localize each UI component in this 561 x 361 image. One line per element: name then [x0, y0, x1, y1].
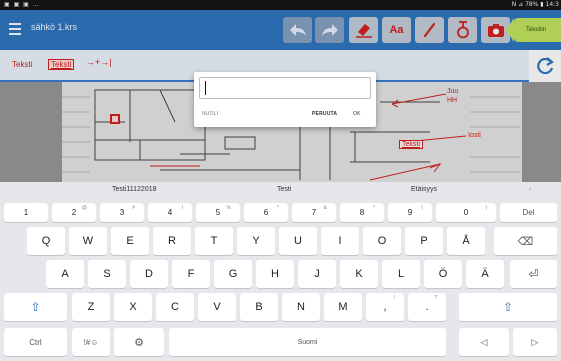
soft-keyboard: Testi11122018 Testi Etäisyys › 1 ` 2 @ 3 # … — [0, 182, 561, 361]
suggestion-item[interactable]: Testi — [277, 186, 291, 193]
text-cursor — [205, 81, 206, 95]
key-m[interactable]: M — [324, 293, 362, 321]
key-o[interactable]: O — [363, 227, 401, 255]
key-i[interactable]: I — [321, 227, 359, 255]
cancel-button[interactable]: PERUUTA — [312, 111, 337, 117]
key-comma[interactable]: ,! — [366, 293, 404, 321]
key-label: 2 — [71, 208, 77, 217]
key-w[interactable]: W — [69, 227, 107, 255]
key-a[interactable]: A — [46, 260, 84, 288]
key-u[interactable]: U — [279, 227, 317, 255]
annotation-text-input[interactable] — [199, 77, 371, 99]
key-h[interactable]: H — [256, 260, 294, 288]
key-label: . — [425, 301, 429, 313]
key-v[interactable]: V — [198, 293, 236, 321]
key-hint: # — [132, 205, 135, 211]
cursor-left-key[interactable]: ◁ — [459, 328, 509, 356]
key-p[interactable]: P — [405, 227, 443, 255]
settings-key[interactable]: ⚙ — [114, 328, 164, 356]
shift-key-left[interactable]: ⇧ — [4, 293, 67, 321]
ok-button[interactable]: OK — [353, 111, 361, 117]
key-4[interactable]: 4/ — [148, 203, 192, 222]
suggestion-strip: Testi11122018 Testi Etäisyys › — [0, 182, 561, 200]
key-label: 6 — [263, 208, 269, 217]
key-hint: ^ — [276, 205, 279, 211]
key-hint: ) — [485, 205, 487, 211]
key-label: 7 — [311, 208, 317, 217]
key-label: 8 — [359, 208, 365, 217]
screen: ▣ ▣ ▣ … N ⊿ 78% ▮ 14:3 sähkö 1.krs Aa Te… — [0, 0, 561, 361]
key-6[interactable]: 6 ^ — [244, 203, 288, 222]
key-c[interactable]: C — [156, 293, 194, 321]
status-bar: ▣ ▣ ▣ … N ⊿ 78% ▮ 14:3 — [0, 0, 561, 10]
arrow-button[interactable]: NUOLI — [202, 111, 218, 117]
key-period[interactable]: .? — [408, 293, 446, 321]
enter-key[interactable]: ⏎ — [510, 260, 557, 288]
key-hint: ` — [37, 205, 39, 211]
key-o-umlaut[interactable]: Ö — [424, 260, 462, 288]
key-a-umlaut[interactable]: Ä — [466, 260, 504, 288]
shift-key-right[interactable]: ⇧ — [459, 293, 557, 321]
key-t[interactable]: T — [195, 227, 233, 255]
status-icons-right: N ⊿ 78% ▮ 14:3 — [511, 1, 559, 8]
key-hint: @ — [81, 205, 87, 211]
key-label: 5 — [215, 208, 221, 217]
key-hint: ( — [421, 205, 423, 211]
backspace-key[interactable]: ⌫ — [494, 227, 557, 255]
key-s[interactable]: S — [88, 260, 126, 288]
key-8[interactable]: 8 * — [340, 203, 384, 222]
key-d[interactable]: D — [130, 260, 168, 288]
key-label: 3 — [119, 208, 125, 217]
text-input-dialog: NUOLI PERUUTA OK — [194, 72, 376, 127]
key-3[interactable]: 3 # — [100, 203, 144, 222]
key-y[interactable]: Y — [237, 227, 275, 255]
key-hint: & — [323, 205, 327, 211]
key-label: 0 — [463, 208, 469, 217]
key-0[interactable]: 0) — [436, 203, 496, 222]
key-a-ring[interactable]: Å — [447, 227, 485, 255]
key-label: , — [383, 301, 387, 313]
key-b[interactable]: B — [240, 293, 278, 321]
cursor-right-key[interactable]: ▷ — [513, 328, 557, 356]
key-label: 4 — [167, 208, 173, 217]
key-9[interactable]: 9( — [388, 203, 432, 222]
status-icons-left: ▣ ▣ ▣ … — [4, 1, 40, 8]
key-f[interactable]: F — [172, 260, 210, 288]
symbols-key[interactable]: !#☺ — [72, 328, 110, 356]
key-hint: ? — [434, 295, 437, 301]
key-g[interactable]: G — [214, 260, 252, 288]
key-label: 9 — [407, 208, 413, 217]
key-l[interactable]: L — [382, 260, 420, 288]
delete-key[interactable]: Del — [500, 203, 557, 222]
key-hint: / — [181, 205, 183, 211]
key-hint: ! — [393, 295, 395, 301]
key-1[interactable]: 1 ` — [4, 203, 48, 222]
key-q[interactable]: Q — [27, 227, 65, 255]
key-r[interactable]: R — [153, 227, 191, 255]
suggestion-expand-icon[interactable]: › — [529, 186, 531, 193]
key-x[interactable]: X — [114, 293, 152, 321]
ctrl-key[interactable]: Ctrl — [4, 328, 67, 356]
key-z[interactable]: Z — [72, 293, 110, 321]
key-hint: % — [226, 205, 231, 211]
key-n[interactable]: N — [282, 293, 320, 321]
key-e[interactable]: E — [111, 227, 149, 255]
key-7[interactable]: 7 & — [292, 203, 336, 222]
key-k[interactable]: K — [340, 260, 378, 288]
space-key[interactable]: Suomi — [169, 328, 446, 356]
key-2[interactable]: 2 @ — [52, 203, 96, 222]
key-5[interactable]: 5% — [196, 203, 240, 222]
key-j[interactable]: J — [298, 260, 336, 288]
key-label: 1 — [23, 208, 29, 217]
suggestion-item[interactable]: Etäisyys — [411, 186, 437, 193]
suggestion-item[interactable]: Testi11122018 — [112, 186, 157, 193]
key-hint: * — [373, 205, 375, 211]
